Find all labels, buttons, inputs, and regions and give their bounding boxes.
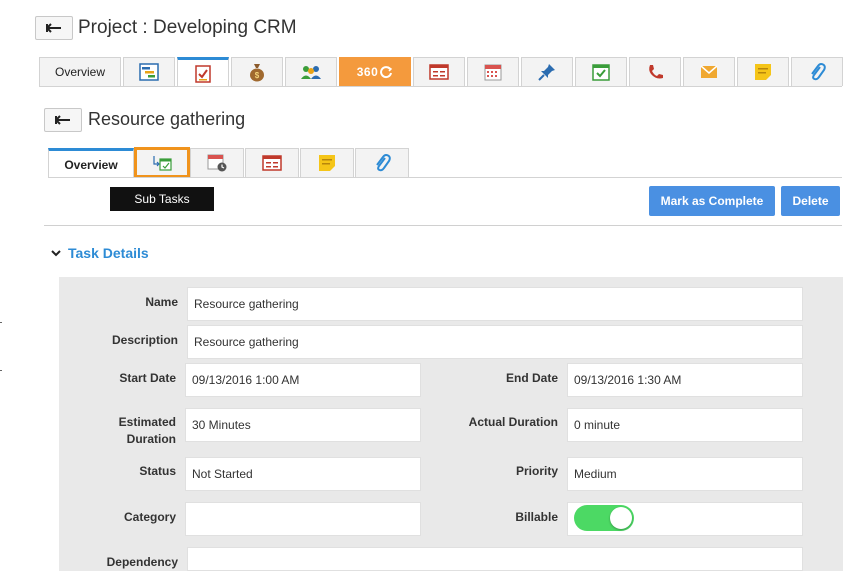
- actual-duration-label: Actual Duration: [468, 415, 558, 429]
- chevron-down-icon: [51, 250, 61, 257]
- sticky-note-icon: [755, 64, 771, 80]
- svg-text:$: $: [255, 71, 260, 80]
- team-icon: [301, 66, 321, 79]
- tab-tasks[interactable]: [177, 57, 229, 87]
- sub-tasks-tooltip: Sub Tasks: [110, 187, 214, 211]
- tab-email[interactable]: [683, 57, 735, 86]
- toggle-knob: [610, 507, 632, 529]
- task-checklist-icon: [195, 64, 211, 83]
- sub-tasks-icon: [153, 156, 172, 171]
- task-title: Resource gathering: [88, 109, 246, 129]
- tab-forms[interactable]: [413, 57, 465, 86]
- back-arrow-icon: [46, 23, 61, 33]
- estimated-duration-label-line2: Duration: [126, 432, 176, 446]
- billable-toggle[interactable]: [574, 505, 634, 531]
- estimated-duration-label-line1: Estimated: [118, 415, 176, 429]
- project-tab-divider: [39, 86, 842, 87]
- tab-gantt[interactable]: [123, 57, 175, 86]
- priority-label: Priority: [515, 464, 558, 478]
- tab-events[interactable]: [575, 57, 627, 86]
- pin-icon: [538, 64, 555, 81]
- tab-360-label: 360: [356, 65, 379, 79]
- estimated-duration-label: Estimated Duration: [119, 414, 176, 448]
- task-tab-divider: [48, 177, 842, 178]
- tab-budget[interactable]: $: [231, 57, 283, 86]
- sticky-note-icon: [319, 155, 335, 171]
- task-details-header[interactable]: Task Details: [50, 245, 149, 261]
- calendar-icon: [484, 64, 502, 81]
- project-tab-bar: Overview $ 360: [39, 57, 843, 87]
- section-title: Task Details: [68, 245, 149, 261]
- dependency-label: Dependency: [106, 555, 178, 569]
- tab-task-timesheet[interactable]: [190, 148, 244, 177]
- tab-pins[interactable]: [521, 57, 573, 86]
- gantt-chart-icon: [139, 63, 159, 81]
- tab-task-notes[interactable]: [300, 148, 354, 177]
- tab-notes[interactable]: [737, 57, 789, 86]
- back-arrow-icon: [55, 115, 70, 125]
- tab-team[interactable]: [285, 57, 337, 86]
- form-icon: [262, 155, 282, 171]
- priority-field[interactable]: Medium: [567, 457, 803, 491]
- divider: [44, 225, 842, 226]
- edge-mark: [0, 322, 2, 323]
- status-label: Status: [139, 464, 176, 478]
- form-icon: [429, 64, 449, 80]
- dependency-field[interactable]: [187, 547, 803, 571]
- start-date-field[interactable]: 09/13/2016 1:00 AM: [185, 363, 421, 397]
- billable-label: Billable: [515, 510, 558, 524]
- paperclip-icon: [376, 154, 391, 172]
- description-label: Description: [111, 333, 178, 347]
- tab-360-view[interactable]: 360: [339, 57, 411, 86]
- tab-sub-tasks[interactable]: [134, 147, 190, 178]
- task-back-button[interactable]: [44, 108, 82, 132]
- phone-icon: [649, 65, 663, 79]
- description-field[interactable]: Resource gathering: [187, 325, 803, 359]
- calendar-clock-icon: [207, 154, 227, 172]
- tab-task-overview[interactable]: Overview: [48, 148, 134, 178]
- estimated-duration-field[interactable]: 30 Minutes: [185, 408, 421, 442]
- name-label: Name: [145, 295, 178, 309]
- delete-button[interactable]: Delete: [781, 186, 840, 216]
- end-date-label: End Date: [505, 371, 558, 385]
- project-title: Project : Developing CRM: [78, 17, 297, 38]
- end-date-field[interactable]: 09/13/2016 1:30 AM: [567, 363, 803, 397]
- status-field[interactable]: Not Started: [185, 457, 421, 491]
- tab-task-attachments[interactable]: [355, 148, 409, 177]
- money-bag-icon: $: [250, 64, 264, 82]
- tab-attachments[interactable]: [791, 57, 843, 86]
- refresh-360-icon: [380, 66, 393, 79]
- category-field[interactable]: [185, 502, 421, 536]
- category-label: Category: [123, 510, 176, 524]
- tab-task-forms[interactable]: [245, 148, 299, 177]
- name-field[interactable]: Resource gathering: [187, 287, 803, 321]
- mark-complete-button[interactable]: Mark as Complete: [649, 186, 775, 216]
- actual-duration-field[interactable]: 0 minute: [567, 408, 803, 442]
- start-date-label: Start Date: [119, 371, 176, 385]
- edge-mark: [0, 370, 2, 371]
- task-tab-bar: Overview: [48, 147, 409, 178]
- tab-calendar[interactable]: [467, 57, 519, 86]
- calendar-check-icon: [592, 64, 610, 81]
- tab-calls[interactable]: [629, 57, 681, 86]
- tab-project-overview[interactable]: Overview: [39, 57, 121, 86]
- paperclip-icon: [811, 63, 826, 81]
- email-icon: [700, 65, 718, 78]
- project-back-button[interactable]: [35, 16, 73, 40]
